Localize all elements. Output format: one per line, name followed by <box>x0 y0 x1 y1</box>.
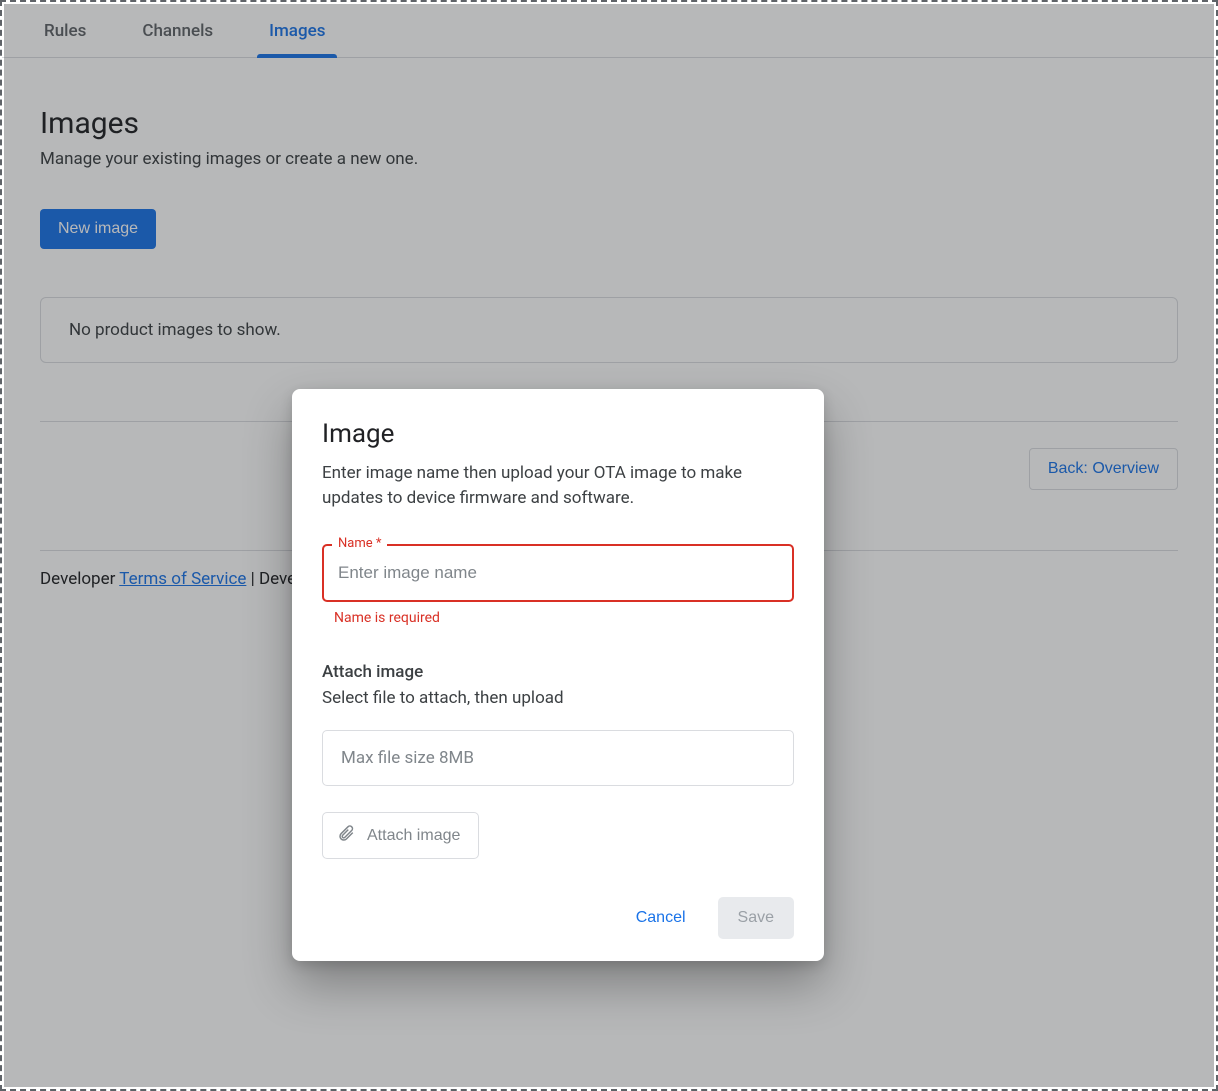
name-field-label: Name * <box>332 536 387 551</box>
name-input[interactable] <box>322 544 794 602</box>
name-field-error: Name is required <box>334 610 794 626</box>
file-drop-box[interactable]: Max file size 8MB <box>322 730 794 786</box>
file-hint: Max file size 8MB <box>341 748 474 768</box>
dialog-description: Enter image name then upload your OTA im… <box>322 461 794 510</box>
dialog-actions: Cancel Save <box>322 897 794 939</box>
attach-heading: Attach image <box>322 662 794 682</box>
attach-image-button-label: Attach image <box>367 827 460 845</box>
paperclip-icon <box>337 823 355 848</box>
save-button[interactable]: Save <box>718 897 794 939</box>
attach-image-button[interactable]: Attach image <box>322 812 479 859</box>
dialog-title: Image <box>322 419 794 449</box>
attach-subtext: Select file to attach, then upload <box>322 688 794 708</box>
name-field: Name * Name is required <box>322 544 794 626</box>
image-dialog: Image Enter image name then upload your … <box>292 389 824 961</box>
cancel-button[interactable]: Cancel <box>628 899 694 937</box>
